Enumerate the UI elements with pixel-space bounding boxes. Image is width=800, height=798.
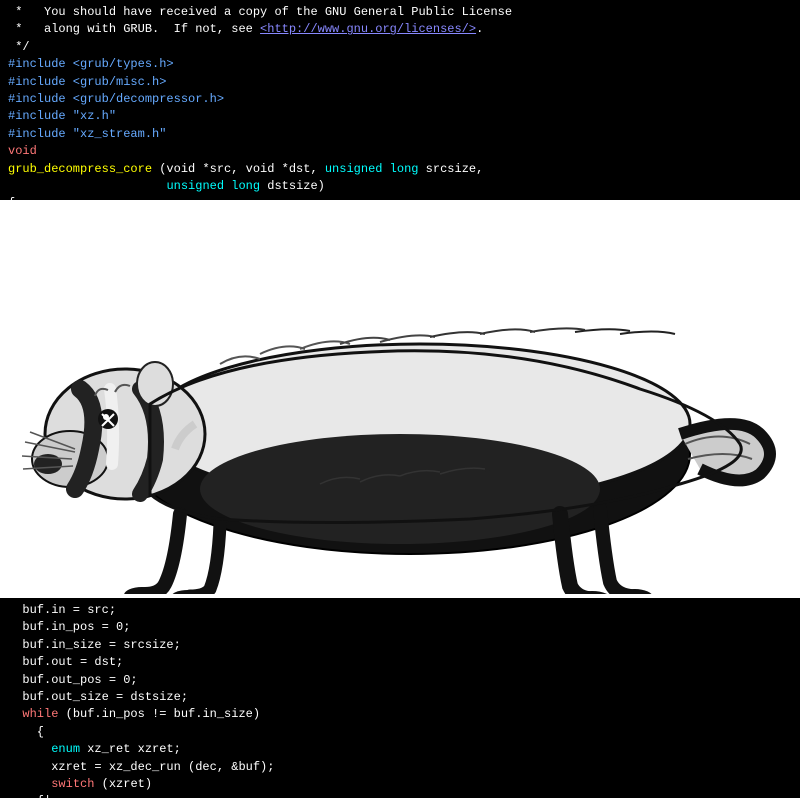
code-line: #include "xz_stream.h" [8,126,792,143]
code-line: void [8,143,792,160]
code-line: * You should have received a copy of the… [8,4,792,21]
code-line: * along with GRUB. If not, see <http://w… [8,21,792,38]
code-line: buf.in = src; [8,602,792,619]
code-line: grub_decompress_core (void *src, void *d… [8,161,792,178]
code-line: #include "xz.h" [8,108,792,125]
code-line: switch (xzret) [8,776,792,793]
badger-panel [0,200,800,598]
code-line: buf.out_pos = 0; [8,672,792,689]
code-line: buf.out = dst; [8,654,792,671]
code-line: enum xz_ret xzret; [8,741,792,758]
code-line: { [8,724,792,741]
code-line: buf.in_pos = 0; [8,619,792,636]
code-line: buf.in_size = srcsize; [8,637,792,654]
code-line: unsigned long dstsize) [8,178,792,195]
code-line: buf.out_size = dstsize; [8,689,792,706]
code-line: while (buf.in_pos != buf.in_size) [8,706,792,723]
code-line: */ [8,39,792,56]
bottom-code-panel: buf.in = src; buf.in_pos = 0; buf.in_siz… [0,598,800,798]
code-line: #include <grub/decompressor.h> [8,91,792,108]
code-line: #include <grub/types.h> [8,56,792,73]
code-line: {| [8,793,792,798]
top-code-panel: * You should have received a copy of the… [0,0,800,200]
code-line: xzret = xz_dec_run (dec, &buf); [8,759,792,776]
badger-illustration [20,204,780,594]
code-line: #include <grub/misc.h> [8,74,792,91]
